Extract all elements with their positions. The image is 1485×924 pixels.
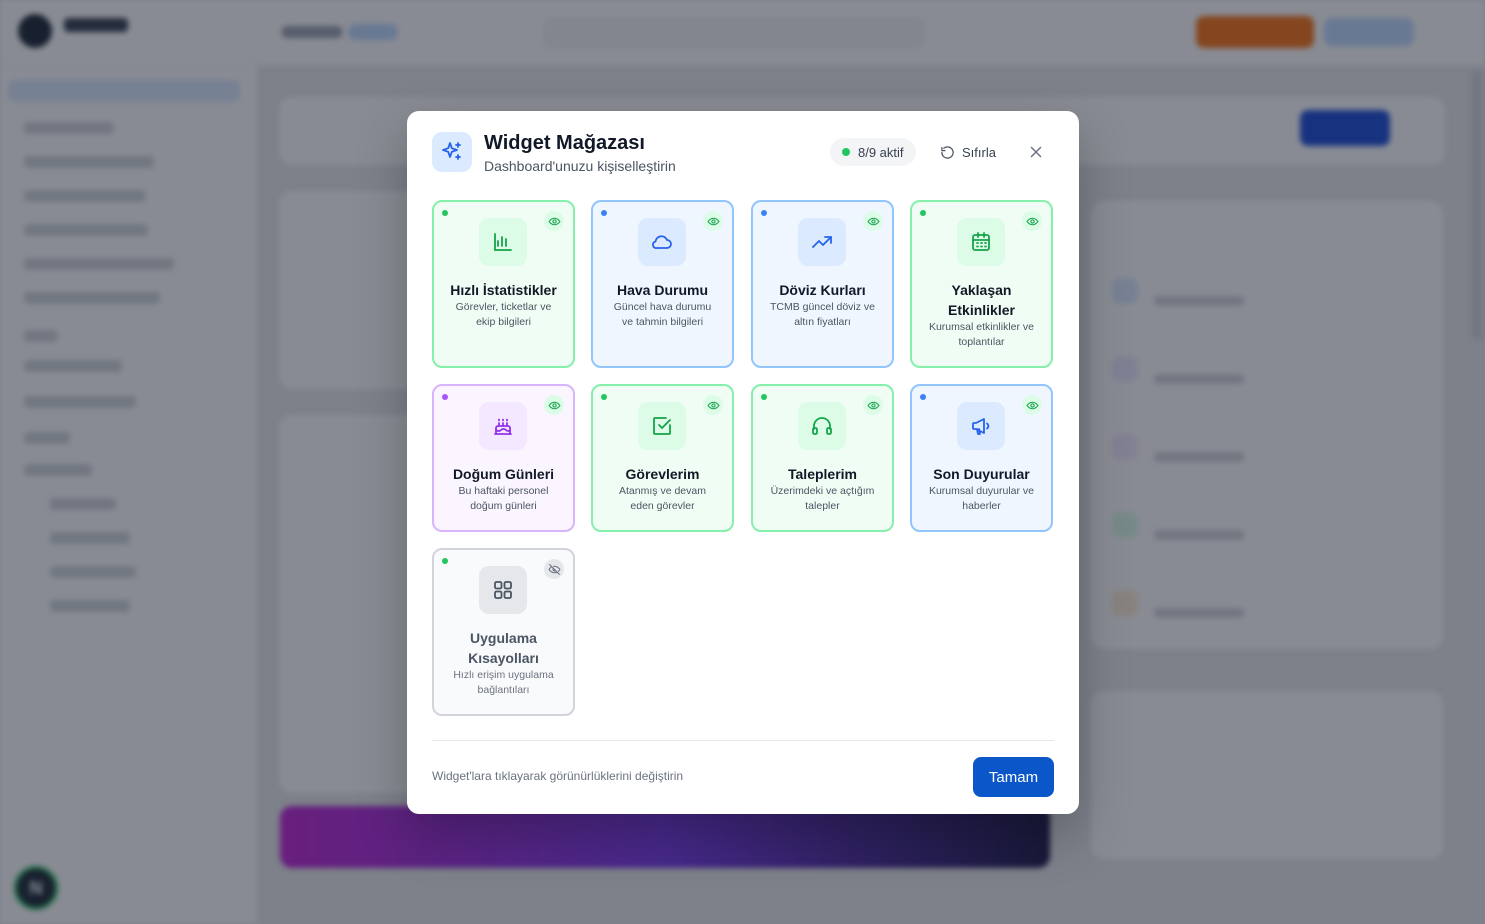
footer-divider [432, 740, 1054, 741]
widget-card-announcements[interactable]: Son Duyurular Kurumsal duyurular ve haber… [910, 384, 1053, 532]
widget-description: Atanmış ve devam eden görevler [619, 485, 706, 512]
eye-icon[interactable] [1022, 395, 1042, 415]
widget-card-my-tasks[interactable]: Görevlerim Atanmış ve devam eden görevler [591, 384, 734, 532]
status-dot [442, 394, 448, 400]
widget-description: Bu haftaki personel doğum günleri [458, 485, 549, 512]
widget-description: Güncel hava durumu ve tahmin bilgileri [613, 301, 712, 328]
sparkles-icon [432, 132, 472, 172]
status-dot [920, 210, 926, 216]
modal-title: Widget Mağazası [484, 132, 645, 154]
status-dot [842, 148, 850, 156]
eye-off-icon[interactable] [544, 559, 564, 579]
eye-icon[interactable] [863, 211, 883, 231]
calendar-icon [957, 218, 1005, 266]
close-icon [1030, 146, 1042, 158]
eye-icon[interactable] [863, 395, 883, 415]
widget-card-weather[interactable]: Hava Durumu Güncel hava durumu ve tahmin … [591, 200, 734, 368]
bar-chart-icon [479, 218, 527, 266]
close-button[interactable] [1024, 140, 1048, 164]
status-dot [761, 394, 767, 400]
eye-icon[interactable] [544, 211, 564, 231]
footer-hint: Widget'lara tıklayarak görünürlüklerini … [432, 769, 684, 783]
widget-description: Üzerimdeki ve açtığım talepler [770, 485, 875, 512]
reset-button[interactable]: Sıfırla [940, 140, 996, 164]
grid-icon [479, 566, 527, 614]
headphones-icon [798, 402, 846, 450]
eye-icon[interactable] [544, 395, 564, 415]
cloud-icon [638, 218, 686, 266]
widget-card-upcoming-events[interactable]: Yaklaşan Etkinlikler Kurumsal etkinlikler… [910, 200, 1053, 368]
widget-description: Kurumsal etkinlikler ve toplantılar [928, 321, 1035, 348]
cake-icon [479, 402, 527, 450]
widget-description: Görevler, ticketlar ve ekip bilgileri [455, 301, 552, 328]
widget-title: Uygulama Kısayolları [468, 630, 539, 666]
check-square-icon [638, 402, 686, 450]
ok-button[interactable]: Tamam [973, 757, 1054, 797]
modal-header: Widget Mağazası Dashboard'unuzu kişisell… [432, 132, 1054, 178]
widget-card-my-requests[interactable]: Taleplerim Üzerimdeki ve açtığım talepler [751, 384, 894, 532]
widget-card-app-shortcuts[interactable]: Uygulama Kısayolları Hızlı erişim uygulam… [432, 548, 575, 716]
widget-title: Hızlı İstatistikler [450, 282, 557, 298]
widget-description: Kurumsal duyurular ve haberler [928, 485, 1035, 512]
megaphone-icon [957, 402, 1005, 450]
eye-icon[interactable] [703, 395, 723, 415]
widget-store-modal: Widget Mağazası Dashboard'unuzu kişisell… [407, 111, 1079, 814]
widget-title: Görevlerim [625, 466, 700, 482]
widget-title: Hava Durumu [616, 282, 709, 298]
reset-label: Sıfırla [962, 144, 996, 160]
eye-icon[interactable] [1022, 211, 1042, 231]
status-dot [761, 210, 767, 216]
widget-title: Son Duyurular [933, 466, 1030, 482]
widget-card-birthdays[interactable]: Doğum Günleri Bu haftaki personel doğum g… [432, 384, 575, 532]
widget-description: Hızlı erişim uygulama bağlantıları [453, 669, 554, 696]
status-dot [442, 558, 448, 564]
eye-icon[interactable] [703, 211, 723, 231]
modal-subtitle: Dashboard'unuzu kişiselleştirin [484, 158, 676, 174]
widget-title: Yaklaşan Etkinlikler [948, 282, 1015, 318]
status-dot [442, 210, 448, 216]
trending-up-icon [798, 218, 846, 266]
widget-title: Taleplerim [788, 466, 857, 482]
widget-card-exchange-rates[interactable]: Döviz Kurları TCMB güncel döviz ve altın … [751, 200, 894, 368]
status-dot [920, 394, 926, 400]
status-dot [601, 210, 607, 216]
status-dot [601, 394, 607, 400]
widget-description: TCMB güncel döviz ve altın fiyatları [769, 301, 876, 328]
rotate-ccw-icon [941, 145, 954, 159]
widget-title: Doğum Günleri [452, 466, 555, 482]
widget-card-quick-stats[interactable]: Hızlı İstatistikler Görevler, ticketlar v… [432, 200, 575, 368]
active-count-badge: 8/9 aktif [830, 138, 916, 166]
active-count-text: 8/9 aktif [858, 144, 904, 160]
widget-title: Döviz Kurları [779, 282, 866, 298]
